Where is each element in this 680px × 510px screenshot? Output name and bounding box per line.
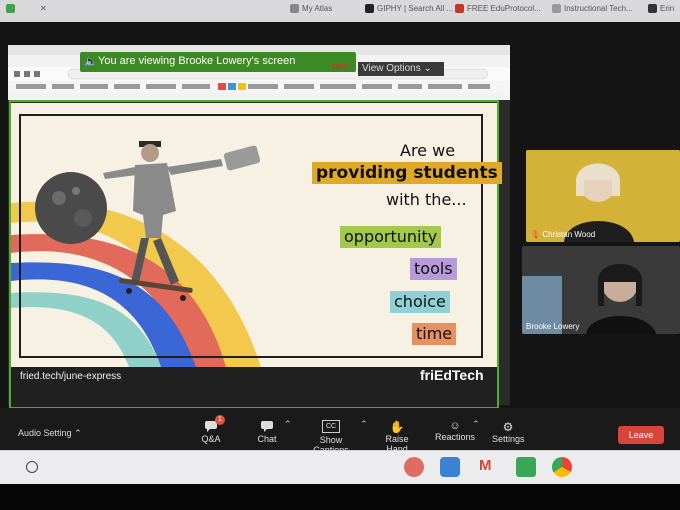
- reactions-button[interactable]: ☺ Reactions: [434, 420, 476, 442]
- browser-tab[interactable]: GIPHY | Search All ...: [365, 1, 455, 17]
- share-banner-text: You are viewing Brooke Lowery's screen: [98, 55, 296, 67]
- share-speaker-icon: 🔈: [84, 56, 98, 68]
- slide-headline-line2: providing students: [312, 162, 502, 184]
- slide-headline-line1: Are we: [400, 141, 456, 160]
- muted-mic-icon: 🎙: [530, 230, 541, 239]
- tab-label: My Atlas: [302, 4, 333, 13]
- tab-label: GIPHY | Search All ...: [377, 4, 454, 13]
- reactions-icon: ☺: [449, 420, 461, 432]
- chevron-down-icon: ⌄: [423, 63, 432, 74]
- chat-icon: [261, 421, 273, 432]
- participant-name-text: Christan Wood: [542, 230, 596, 239]
- qa-label: Q&A: [201, 434, 221, 444]
- participant-video: [522, 246, 680, 334]
- friedtech-logo: friEdTech: [420, 367, 484, 383]
- slide-word-choice: choice: [390, 291, 450, 313]
- slide-headline-line3: with the...: [386, 190, 467, 209]
- slide-word-tools: tools: [410, 258, 457, 280]
- audio-setting-button[interactable]: Audio Setting ⌃: [18, 428, 82, 439]
- chevron-up-icon[interactable]: ⌃: [472, 419, 480, 430]
- tab-label: Erin: [660, 4, 675, 13]
- view-options-button[interactable]: View Options ⌄: [358, 62, 444, 76]
- chevron-up-icon[interactable]: ⌃: [284, 419, 292, 430]
- launcher-icon[interactable]: [26, 461, 38, 473]
- reactions-label: Reactions: [434, 432, 476, 442]
- settings-label: Settings: [492, 434, 525, 444]
- tab-label: Instructional Tech...: [564, 4, 633, 13]
- browser-tab[interactable]: FREE EduProtocol...: [455, 1, 550, 17]
- slide-footer-url: fried.tech/june-express: [20, 371, 122, 382]
- chevron-up-icon[interactable]: ⌃: [360, 419, 368, 430]
- participant-name: 🎙 Christan Wood: [530, 230, 595, 239]
- slide-word-opportunity: opportunity: [340, 226, 442, 248]
- audio-setting-label: Audio Setting: [18, 428, 72, 438]
- chat-label: Chat: [257, 434, 277, 444]
- gear-icon: ⚙: [502, 420, 514, 434]
- participant-video: [526, 150, 680, 242]
- os-taskbar: [0, 450, 680, 485]
- classroom-icon[interactable]: [516, 457, 536, 477]
- participant-tile-christan[interactable]: [526, 150, 680, 242]
- settings-button[interactable]: ⚙ Settings: [492, 420, 525, 444]
- chat-button[interactable]: Chat: [254, 420, 280, 444]
- close-tab-icon[interactable]: ✕: [40, 1, 50, 17]
- raise-hand-button[interactable]: ✋ Raise Hand: [374, 420, 420, 454]
- gmail-icon[interactable]: M: [479, 457, 492, 474]
- participant-tile-brooke[interactable]: [522, 246, 680, 334]
- laptop-bezel: [0, 484, 680, 510]
- captions-icon: CC: [322, 420, 340, 433]
- app-icon[interactable]: [440, 457, 460, 477]
- tab-label: FREE EduProtocol...: [467, 4, 541, 13]
- rec-indicator: REC: [332, 63, 349, 72]
- participant-name: Brooke Lowery: [526, 322, 580, 331]
- chrome-icon[interactable]: [552, 457, 572, 477]
- view-options-label: View Options: [362, 63, 421, 74]
- slide-word-time: time: [412, 323, 457, 345]
- browser-tab[interactable]: Instructional Tech...: [552, 1, 644, 17]
- shield-icon: [6, 1, 20, 17]
- chevron-up-icon: ⌃: [74, 428, 82, 438]
- raise-hand-icon: ✋: [389, 420, 405, 434]
- qa-badge: 1: [215, 415, 225, 425]
- leave-button[interactable]: Leave: [618, 426, 664, 444]
- browser-tab[interactable]: Erin: [648, 1, 680, 17]
- app-icon[interactable]: [404, 457, 424, 477]
- browser-tab-strip: ✕ My Atlas GIPHY | Search All ... FREE E…: [0, 0, 680, 23]
- browser-tab[interactable]: My Atlas: [290, 1, 370, 17]
